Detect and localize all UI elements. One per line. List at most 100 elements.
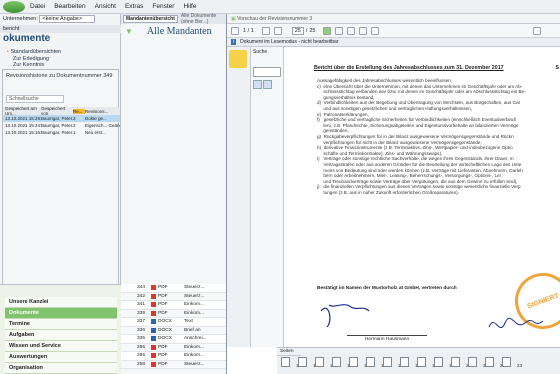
page-thumbnail[interactable]: 11	[298, 357, 318, 369]
page-input[interactable]: 25	[291, 26, 304, 35]
thumbnail-image	[281, 357, 290, 367]
document-row[interactable]: 265 PDF Einkom...	[121, 343, 226, 352]
nav-item[interactable]: Organisation	[5, 363, 117, 374]
doc-number: 258	[136, 361, 145, 367]
docx-icon	[151, 327, 156, 333]
doc-type: DOCX	[158, 327, 172, 333]
document-row[interactable]: 258 PDF Steuerz...	[121, 360, 226, 369]
menu-extras[interactable]: Extras	[125, 3, 143, 10]
document-row[interactable]: 341 PDF Einkom...	[121, 301, 226, 310]
filter-icon[interactable]: ▼	[125, 27, 133, 36]
prev-icon[interactable]	[261, 26, 270, 35]
document-row[interactable]: 336 DOCX Brief an	[121, 326, 226, 335]
menu-bearbeiten[interactable]: Bearbeiten	[54, 3, 85, 10]
pages-strip: Seiten 10111213141516171819202122 23	[277, 347, 560, 374]
nav-item[interactable]: Aufgaben	[5, 330, 117, 341]
tree-item-standard[interactable]: ▪ Standardübersichten	[4, 48, 125, 55]
zoom-out-icon[interactable]	[335, 26, 344, 35]
tools-icon[interactable]	[533, 26, 542, 35]
revision-history-panel: Revisionshistorie zu Dokumentnummer 349 …	[2, 69, 120, 314]
page-thumbnail[interactable]: 12	[315, 357, 335, 369]
page-thumbnail[interactable]: 18	[417, 357, 437, 369]
page-thumbnail[interactable]: 23	[502, 357, 522, 369]
page-thumbnail[interactable]: 15	[366, 357, 386, 369]
document-row[interactable]: 342 PDF Steuerz...	[121, 292, 226, 301]
search-down-icon[interactable]	[263, 80, 272, 89]
docx-icon	[151, 336, 156, 342]
search-up-icon[interactable]	[253, 80, 262, 89]
doc-number: 336	[136, 327, 145, 333]
doc-number: 339	[136, 310, 145, 316]
thumbnail-image	[434, 357, 443, 367]
page-thumbnail[interactable]: 20	[451, 357, 471, 369]
col-header[interactable]: Revisions...	[85, 109, 120, 114]
page-thumbnail[interactable]: 21	[468, 357, 488, 369]
nav-item[interactable]: Wissen und Service	[5, 341, 117, 352]
doc-number: 265	[136, 344, 145, 350]
readonly-bar: i Dokument im Lesemodus - nicht bearbeit…	[227, 38, 560, 47]
col-header[interactable]: Re...	[73, 108, 85, 114]
page-thumbnail[interactable]: 22	[485, 357, 505, 369]
middle-pane: Mandantenübersicht Alle Dokumente (ohne …	[121, 13, 226, 374]
search-field[interactable]	[253, 67, 281, 77]
preview-window: ▣ Vorschau der Revisionsnummer 3 1 / 1 2…	[226, 14, 560, 374]
app-logo	[3, 1, 25, 13]
menu-ansicht[interactable]: Ansicht	[95, 3, 116, 10]
thumbnail-image	[332, 357, 341, 367]
page-thumbnail[interactable]: 14	[349, 357, 369, 369]
history-row[interactable]: 13.10.2021 15:16:49Baumgar, Peter...1 Neu…	[3, 129, 120, 136]
doc-type: PDF	[158, 310, 168, 316]
menu-datei[interactable]: Datei	[30, 3, 45, 10]
nav-item[interactable]: Termine	[5, 319, 117, 330]
page-thumbnail[interactable]: 13	[332, 357, 352, 369]
thumbnail-image	[451, 357, 460, 367]
doc-title: Steuerz...	[184, 361, 205, 367]
first-page-icon[interactable]	[231, 26, 239, 35]
unternehmen-select[interactable]: <keine Angabe>	[39, 14, 96, 23]
tree-label: Standardübersichten	[10, 48, 62, 55]
unternehmen-label: Unternehmen:	[3, 15, 38, 22]
search-input[interactable]: Schnellsuche	[6, 95, 64, 103]
pane-title: okumente	[3, 32, 51, 44]
document-row[interactable]: 335 DOCX Anschrei...	[121, 335, 226, 344]
history-cell: Dokte ge...	[85, 116, 107, 121]
thumbnail-image	[366, 357, 375, 367]
doc-heading-right: S	[555, 65, 559, 71]
document-row[interactable]: 344 PDF Steuerz...	[121, 284, 226, 293]
fit-icon[interactable]	[323, 26, 332, 35]
print-icon[interactable]	[359, 26, 368, 35]
tree-item-kenntnis[interactable]: Zur Kenntnis	[10, 62, 131, 68]
tab-alle-dokumente[interactable]: Alle Dokumente (ohne Ber...)	[181, 13, 226, 25]
zoom-in-icon[interactable]	[347, 26, 356, 35]
readonly-text: Dokument im Lesemodus - nicht bearbeitba…	[240, 39, 339, 45]
nav-item[interactable]: Dokumente	[5, 308, 117, 319]
document-row[interactable]: 339 PDF Einkom...	[121, 309, 226, 318]
navigation: Unsere Kanzlei Dokumente Termine Aufgaben Wi…	[0, 284, 121, 374]
page-thumbnail[interactable]: 16	[383, 357, 403, 369]
nav-item[interactable]: Unsere Kanzlei	[5, 297, 117, 308]
page-thumbnail[interactable]: 17	[400, 357, 420, 369]
menu-fenster[interactable]: Fenster	[152, 3, 174, 10]
page-thumbnail[interactable]: 19	[434, 357, 454, 369]
next-icon[interactable]	[273, 26, 282, 35]
history-row[interactable]: 13.10.2021 15:24:30Baumgar, Peter...2 Eig…	[3, 122, 120, 129]
document-row[interactable]: 337 DOCX Text	[121, 318, 226, 327]
doc-number: 337	[136, 319, 145, 325]
bookmark-icon[interactable]	[229, 50, 247, 68]
save-icon[interactable]	[371, 26, 380, 35]
document-row[interactable]: 265 PDF Einkom...	[121, 352, 226, 361]
doc-type: PDF	[158, 293, 168, 299]
tree-item-erledigung[interactable]: Zur Erledigung	[10, 55, 131, 62]
docx-icon	[151, 319, 156, 325]
tab-mandanten[interactable]: Mandantenübersicht	[123, 15, 178, 23]
page-thumbnail[interactable]: 10	[281, 357, 301, 369]
history-header: Gespeichert am Um... Gespeichert von Re.…	[3, 106, 120, 116]
history-row[interactable]: 13.10.2021 15:28:21Baumgar, Peter...3 Dok…	[3, 115, 120, 122]
doc-type: PDF	[158, 302, 168, 308]
doc-number: 265	[136, 353, 145, 359]
doc-number: 335	[136, 336, 145, 342]
doc-line: schlussstichtag verbunden war bzw. mit d…	[317, 89, 526, 95]
nav-item[interactable]: Auswertungen	[5, 352, 117, 363]
pages-label: Seiten	[277, 348, 301, 356]
menu-hilfe[interactable]: Hilfe	[183, 3, 196, 10]
